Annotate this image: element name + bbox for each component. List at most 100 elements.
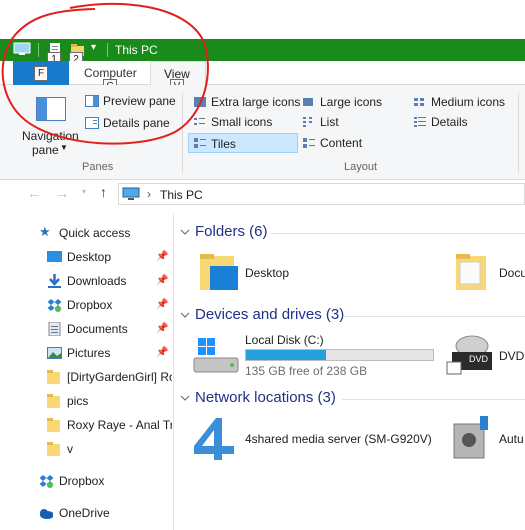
file-tab[interactable]: F <box>13 61 69 85</box>
sidebar-item-folder[interactable]: [DirtyGardenGirl] Ro <box>0 366 172 388</box>
sidebar-item-folder[interactable]: v <box>0 438 172 460</box>
small-icons-icon <box>194 118 205 125</box>
folder-tile-documents[interactable]: Docu <box>452 252 525 294</box>
content-icon <box>303 138 315 148</box>
chevron-down-icon <box>180 312 190 318</box>
documents-folder-icon <box>456 254 486 290</box>
navigation-pane-icon <box>36 97 66 121</box>
address-bar[interactable]: › This PC <box>118 183 525 205</box>
sidebar-item-onedrive[interactable]: OneDrive <box>0 502 172 524</box>
sidebar-item-label: v <box>67 442 73 456</box>
small-icons-label: Small icons <box>211 115 273 129</box>
network-tile-media-server[interactable]: 4shared media server (SM-G920V) <box>192 414 452 462</box>
extra-large-icons-icon <box>194 97 206 107</box>
pin-icon[interactable]: 📌 <box>156 251 168 263</box>
sidebar-item-quick-access[interactable]: ★ Quick access <box>0 222 172 244</box>
disk-usage-fill <box>246 350 327 360</box>
drive-name: Local Disk (C:) <box>245 333 324 347</box>
tab-computer[interactable]: Computer <box>84 66 137 80</box>
forward-arrow-icon[interactable]: → <box>55 185 69 201</box>
back-arrow-icon[interactable]: ← <box>27 185 41 201</box>
sidebar-item-pictures[interactable]: Pictures 📌 <box>0 342 172 364</box>
pictures-icon <box>47 347 62 359</box>
sidebar-item-label: Dropbox <box>59 474 105 488</box>
details-view-icon <box>414 117 426 127</box>
folders-group-header[interactable]: Folders (6) <box>174 221 525 243</box>
sidebar-item-label: Quick access <box>59 226 131 240</box>
details-label: Details <box>431 115 468 129</box>
keytip-file: F <box>34 66 48 81</box>
sidebar-item-downloads[interactable]: Downloads 📌 <box>0 270 172 292</box>
customize-quick-access-icon[interactable]: ▾ <box>91 42 96 53</box>
drives-header: Devices and drives (3) <box>195 306 345 323</box>
drive-tile-local-disk[interactable]: Local Disk (C:) 135 GB free of 238 GB <box>192 330 442 380</box>
star-icon: ★ <box>39 224 51 239</box>
up-arrow-icon[interactable]: ↑ <box>100 184 107 200</box>
sidebar-item-folder[interactable]: Roxy Raye - Anal Tra <box>0 414 172 436</box>
sidebar-item-label: Roxy Raye - Anal Tra <box>67 418 172 432</box>
folder-icon <box>47 418 60 432</box>
pin-icon[interactable]: 📌 <box>156 275 168 287</box>
tiles-option[interactable]: Tiles <box>188 133 298 153</box>
this-pc-icon <box>13 42 31 55</box>
documents-icon <box>48 322 61 336</box>
4shared-logo-icon <box>194 418 234 460</box>
download-icon <box>48 274 61 288</box>
window-title: This PC <box>115 43 158 57</box>
recent-chevron-icon[interactable]: ▾ <box>82 187 86 196</box>
panes-group-label: Panes <box>82 161 114 173</box>
sidebar-item-folder[interactable]: pics <box>0 390 172 412</box>
network-tile-other[interactable]: Autu <box>452 414 525 462</box>
details-pane-icon <box>85 117 99 129</box>
layout-group-label: Layout <box>344 161 378 173</box>
navigation-pane: ★ Quick access Desktop 📌 Downloads 📌 Dro… <box>0 214 172 530</box>
dvd-logo: DVD <box>469 354 489 364</box>
navigation-pane-label: Navigation <box>22 129 79 143</box>
address-bar-row: ← → ▾ ↑ › This PC <box>0 180 525 208</box>
main-content: Folders (6) Desktop Docu Devices and dri… <box>174 214 525 530</box>
sidebar-item-desktop[interactable]: Desktop 📌 <box>0 246 172 268</box>
network-group-header[interactable]: Network locations (3) <box>174 387 525 409</box>
title-bar: ▾ This PC 1 2 <box>0 39 525 67</box>
chevron-down-icon <box>180 395 190 401</box>
navigation-pane-label-2: pane <box>32 143 59 157</box>
large-icons-icon <box>303 98 313 106</box>
folder-tile-label: Desktop <box>245 266 290 280</box>
sidebar-item-dropbox-root[interactable]: Dropbox <box>0 470 172 492</box>
sidebar-item-dropbox[interactable]: Dropbox 📌 <box>0 294 172 316</box>
large-icons-label: Large icons <box>320 95 383 109</box>
drive-free-space: 135 GB free of 238 GB <box>245 364 368 378</box>
drives-group-header[interactable]: Devices and drives (3) <box>174 304 525 326</box>
disk-usage-bar <box>245 349 434 361</box>
sidebar-item-label: Dropbox <box>67 298 113 312</box>
onedrive-icon <box>40 509 53 519</box>
chevron-down-icon: ▼ <box>60 143 68 152</box>
preview-pane-label: Preview pane <box>103 94 176 108</box>
breadcrumb[interactable]: This PC <box>160 188 203 202</box>
medium-icons-label: Medium icons <box>431 95 506 109</box>
sidebar-item-label: OneDrive <box>59 506 110 520</box>
folders-header: Folders (6) <box>195 223 268 240</box>
drive-tile-dvd[interactable]: DVD DVD <box>446 330 525 380</box>
folder-tile-label: Docu <box>499 266 525 280</box>
extra-large-icons-label: Extra large icons <box>211 95 301 109</box>
pin-icon[interactable]: 📌 <box>156 323 168 335</box>
sidebar-item-label: pics <box>67 394 89 408</box>
folder-icon <box>47 370 60 384</box>
list-label: List <box>320 115 339 129</box>
pin-icon[interactable]: 📌 <box>156 299 168 311</box>
chevron-down-icon <box>180 229 190 235</box>
sidebar-item-label: [DirtyGardenGirl] Ro <box>67 370 172 384</box>
folder-tile-desktop[interactable]: Desktop <box>196 252 346 294</box>
pin-icon[interactable]: 📌 <box>156 347 168 359</box>
folder-icon <box>47 442 60 456</box>
preview-pane-icon <box>85 95 99 107</box>
sidebar-item-label: Pictures <box>67 346 111 360</box>
sidebar-item-documents[interactable]: Documents 📌 <box>0 318 172 340</box>
desktop-icon <box>47 251 62 262</box>
navigation-pane-button[interactable]: Navigation pane ▼ <box>20 95 82 157</box>
network-tile-label: 4shared media server (SM-G920V) <box>245 432 432 446</box>
ribbon: Navigation pane ▼ Preview pane Details p… <box>0 85 525 180</box>
dropbox-icon <box>39 475 54 488</box>
sidebar-item-label: Documents <box>67 322 128 336</box>
